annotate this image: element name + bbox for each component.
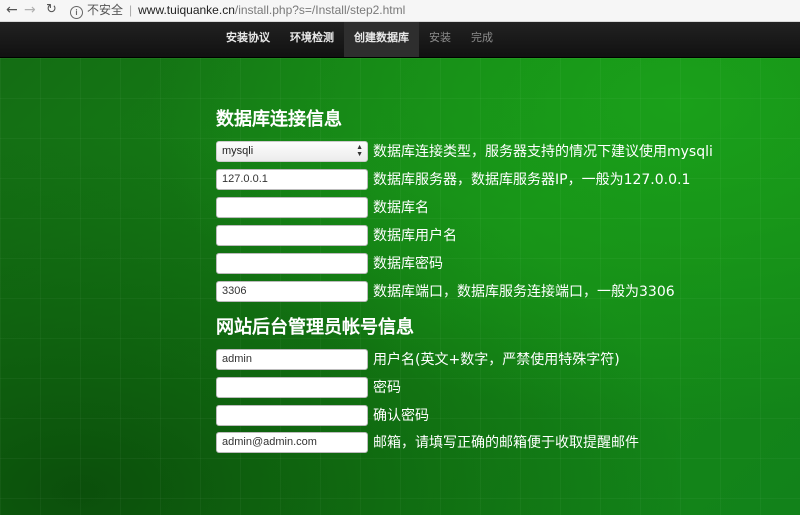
forward-arrow-icon[interactable]: → [24, 2, 36, 18]
url-host: www.tuiquanke.cn [138, 3, 235, 17]
install-step-nav: 安装协议 环境检测 创建数据库 安装 完成 [0, 22, 800, 58]
db-user-label: 数据库用户名 [373, 228, 457, 244]
admin-password-row: 密码 [216, 376, 401, 398]
nav-step-agreement[interactable]: 安装协议 [216, 22, 280, 57]
admin-confirm-password-input[interactable] [216, 404, 368, 426]
db-type-label: 数据库连接类型，服务器支持的情况下建议使用mysqli [373, 144, 713, 160]
admin-password-label: 密码 [373, 380, 401, 396]
security-label: 不安全 [87, 3, 124, 17]
nav-step-complete: 完成 [471, 31, 493, 44]
db-name-label: 数据库名 [373, 200, 429, 216]
info-icon[interactable]: i [70, 6, 83, 19]
db-type-value: mysqli [222, 144, 254, 157]
db-user-row: 数据库用户名 [216, 224, 457, 246]
db-host-row: 数据库服务器，数据库服务器IP，一般为127.0.0.1 [216, 168, 690, 190]
admin-email-label: 邮箱，请填写正确的邮箱便于收取提醒邮件 [373, 435, 639, 451]
db-port-label: 数据库端口，数据库服务连接端口，一般为3306 [373, 284, 675, 300]
reload-icon[interactable]: ↻ [46, 2, 57, 18]
db-section-title: 数据库连接信息 [216, 109, 342, 130]
db-type-select[interactable]: mysqli ▲ ▼ [216, 140, 368, 162]
admin-confirm-row: 确认密码 [216, 404, 429, 426]
db-host-input[interactable] [216, 168, 368, 190]
db-port-row: 数据库端口，数据库服务连接端口，一般为3306 [216, 280, 675, 302]
db-user-input[interactable] [216, 224, 368, 246]
admin-email-input[interactable] [216, 431, 368, 453]
admin-email-row: 邮箱，请填写正确的邮箱便于收取提醒邮件 [216, 431, 639, 453]
db-name-row: 数据库名 [216, 196, 429, 218]
db-pass-input[interactable] [216, 252, 368, 274]
admin-username-input[interactable] [216, 348, 368, 370]
admin-username-label: 用户名(英文+数字，严禁使用特殊字符) [373, 352, 620, 368]
url-path: /install.php?s=/Install/step2.html [234, 3, 406, 17]
select-updown-icon: ▲ ▼ [356, 143, 363, 158]
nav-step-install: 安装 [429, 31, 451, 44]
browser-toolbar: ← → ↻ i 不安全 | www.tuiquanke.cn/install.php?… [0, 0, 800, 22]
db-port-input[interactable] [216, 280, 368, 302]
db-name-input[interactable] [216, 196, 368, 218]
db-pass-row: 数据库密码 [216, 252, 443, 274]
address-separator: | [129, 3, 133, 17]
db-pass-label: 数据库密码 [373, 256, 443, 272]
db-host-label: 数据库服务器，数据库服务器IP，一般为127.0.0.1 [373, 172, 691, 188]
address-bar[interactable]: i 不安全 | www.tuiquanke.cn/install.php?s=/Ins… [70, 1, 792, 20]
admin-password-input[interactable] [216, 376, 368, 398]
nav-step-create-db[interactable]: 创建数据库 [344, 22, 419, 57]
db-type-row: mysqli ▲ ▼ 数据库连接类型，服务器支持的情况下建议使用mysqli [216, 140, 713, 162]
admin-confirm-password-label: 确认密码 [373, 408, 429, 424]
nav-step-env-check[interactable]: 环境检测 [280, 22, 344, 57]
back-arrow-icon[interactable]: ← [6, 2, 18, 18]
admin-section-title: 网站后台管理员帐号信息 [216, 317, 414, 338]
admin-username-row: 用户名(英文+数字，严禁使用特殊字符) [216, 348, 620, 370]
